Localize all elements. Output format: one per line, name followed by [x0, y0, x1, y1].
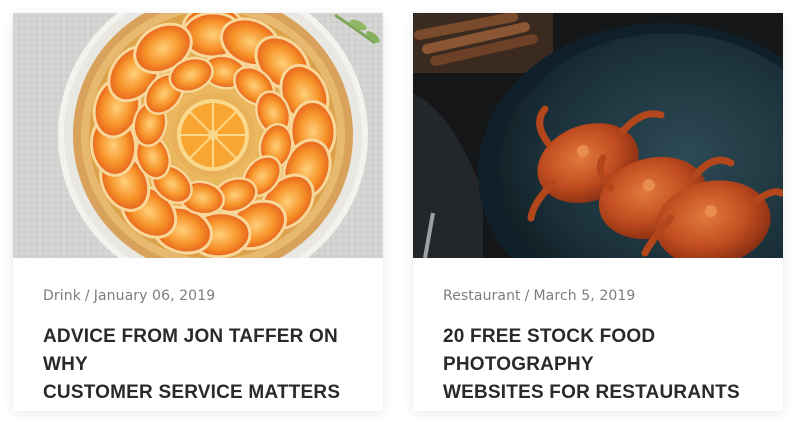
meta-separator: / — [524, 288, 530, 304]
post-meta: Restaurant / March 5, 2019 — [443, 288, 635, 304]
crabs-plate-image — [413, 13, 783, 258]
post-title-link[interactable]: ADVICE FROM JON TAFFER ON WHY CUSTOMER S… — [43, 323, 363, 407]
post-thumbnail-orange-tart[interactable] — [13, 13, 383, 258]
orange-tart-image — [13, 13, 383, 258]
post-title-line: WEBSITES FOR RESTAURANTS — [443, 382, 740, 403]
post-thumbnail-crabs[interactable] — [413, 13, 783, 258]
post-category-link[interactable]: Drink — [43, 288, 81, 304]
post-date: January 06, 2019 — [93, 288, 216, 304]
meta-separator: / — [84, 288, 90, 304]
post-date: March 5, 2019 — [533, 288, 636, 304]
post-card[interactable]: Drink / January 06, 2019 ADVICE FROM JON T… — [13, 13, 383, 411]
post-category-link[interactable]: Restaurant — [443, 288, 521, 304]
post-title-line: ADVICE FROM JON TAFFER ON WHY — [43, 326, 338, 375]
post-title-line: CUSTOMER SERVICE MATTERS — [43, 382, 341, 403]
post-title-link[interactable]: 20 FREE STOCK FOOD PHOTOGRAPHY WEBSITES … — [443, 323, 763, 407]
post-title-line: 20 FREE STOCK FOOD PHOTOGRAPHY — [443, 326, 656, 375]
post-meta: Drink / January 06, 2019 — [43, 288, 215, 304]
post-card[interactable]: Restaurant / March 5, 2019 20 FREE STOCK F… — [413, 13, 783, 411]
